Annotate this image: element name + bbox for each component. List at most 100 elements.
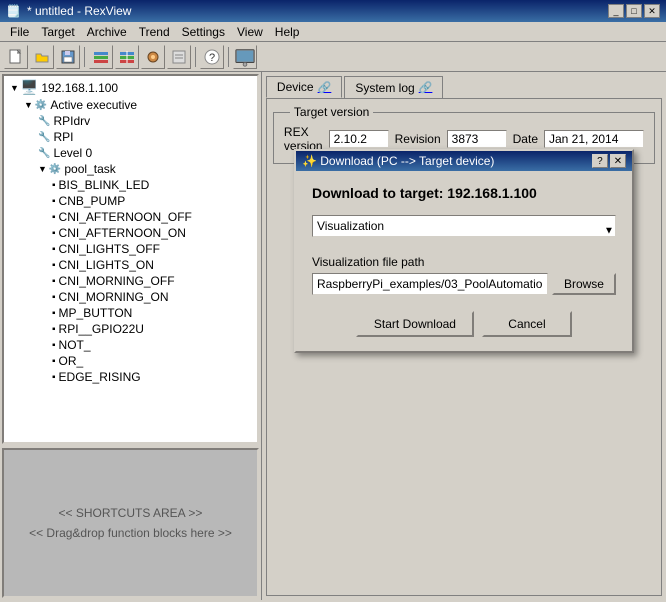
toolbar-btn-6[interactable] [141, 45, 165, 69]
left-panel: ▼ 🖥️ 192.168.1.100 ▼ ⚙️ Active executive… [0, 72, 262, 600]
tree-bis-blink[interactable]: ▪ BIS_BLINK_LED [6, 177, 255, 193]
window-title: * untitled - RexView [27, 4, 132, 18]
menu-view[interactable]: View [231, 24, 269, 40]
tree-level0[interactable]: 🔧 Level 0 [6, 145, 255, 161]
tree-cni-morning-on[interactable]: ▪ CNI_MORNING_ON [6, 289, 255, 305]
device-link-icon[interactable]: 🔗 [318, 81, 332, 94]
title-bar-controls: _ □ ✕ [608, 4, 660, 18]
tree-or[interactable]: ▪ OR_ [6, 353, 255, 369]
toolbar: ? [0, 42, 666, 72]
menu-target[interactable]: Target [35, 24, 80, 40]
cni-lights-on-icon: ▪ [52, 260, 56, 271]
tree-mp-button[interactable]: ▪ MP_BUTTON [6, 305, 255, 321]
mp-icon: ▪ [52, 308, 56, 319]
save-button[interactable] [56, 45, 80, 69]
tree-cni-afternoon-on[interactable]: ▪ CNI_AFTERNOON_ON [6, 225, 255, 241]
file-path-input[interactable] [312, 273, 548, 295]
dialog-title-bar: ✨ Download (PC --> Target device) ? ✕ [296, 151, 632, 171]
tree-rpidrv[interactable]: 🔧 RPIdrv [6, 113, 255, 129]
device-button[interactable] [233, 45, 257, 69]
edge-icon: ▪ [52, 372, 56, 383]
menu-settings[interactable]: Settings [176, 24, 231, 40]
dialog-title-icons: ? ✕ [592, 154, 626, 168]
tree-rpi-gpio[interactable]: ▪ RPI__GPIO22U [6, 321, 255, 337]
tree-cni-lights-on[interactable]: ▪ CNI_LIGHTS_ON [6, 257, 255, 273]
tree-edge-rising[interactable]: ▪ EDGE_RISING [6, 369, 255, 385]
tree-cnb-pump[interactable]: ▪ CNB_PUMP [6, 193, 255, 209]
expand-root[interactable]: ▼ [10, 83, 19, 93]
mp-label: MP_BUTTON [59, 306, 133, 320]
rpidrv-icon: 🔧 [38, 116, 50, 127]
tree-pool-task[interactable]: ▼ ⚙️ pool_task [6, 161, 255, 177]
visualization-dropdown[interactable]: Visualization [312, 215, 616, 237]
dialog-help-button[interactable]: ? [592, 154, 608, 168]
active-label: Active executive [50, 98, 137, 112]
dialog-content: Download to target: 192.168.1.100 Visual… [296, 171, 632, 351]
computer-icon: 🖥️ [21, 79, 38, 96]
close-button[interactable]: ✕ [644, 4, 660, 18]
rpi-label: RPI [53, 130, 73, 144]
expand-active[interactable]: ▼ [24, 100, 33, 110]
browse-button[interactable]: Browse [552, 273, 616, 295]
pool-icon: ⚙️ [49, 164, 61, 175]
rpi-icon: 🔧 [38, 132, 50, 143]
device-panel: Target version REX version Revision Date… [266, 98, 662, 596]
tab-device-label: Device [277, 80, 314, 94]
menu-help[interactable]: Help [269, 24, 306, 40]
start-download-button[interactable]: Start Download [356, 311, 474, 337]
tab-device[interactable]: Device 🔗 [266, 76, 342, 98]
dialog-title: ✨ Download (PC --> Target device) [302, 154, 494, 168]
tab-syslog[interactable]: System log 🔗 [344, 76, 443, 98]
active-icon: ⚙️ [35, 100, 47, 111]
tree-root[interactable]: ▼ 🖥️ 192.168.1.100 [6, 78, 255, 97]
toolbar-btn-7[interactable] [167, 45, 191, 69]
minimize-button[interactable]: _ [608, 4, 624, 18]
tree-rpi[interactable]: 🔧 RPI [6, 129, 255, 145]
tab-syslog-label: System log [355, 81, 414, 95]
tree-cni-lights-off[interactable]: ▪ CNI_LIGHTS_OFF [6, 241, 255, 257]
separator-1 [84, 47, 85, 67]
cni-morn-on-label: CNI_MORNING_ON [59, 290, 169, 304]
help-button[interactable]: ? [200, 45, 224, 69]
file-path-label: Visualization file path [312, 255, 616, 269]
menu-file[interactable]: File [4, 24, 35, 40]
cancel-button[interactable]: Cancel [482, 311, 572, 337]
cni-aft-off-label: CNI_AFTERNOON_OFF [59, 210, 192, 224]
separator-2 [195, 47, 196, 67]
or-label: OR_ [59, 354, 84, 368]
syslog-link-icon[interactable]: 🔗 [419, 81, 433, 94]
cnb-icon: ▪ [52, 196, 56, 207]
gpio-icon: ▪ [52, 324, 56, 335]
cnb-label: CNB_PUMP [59, 194, 126, 208]
title-bar: 🗒️ * untitled - RexView _ □ ✕ [0, 0, 666, 22]
dialog-close-button[interactable]: ✕ [610, 154, 626, 168]
root-label: 192.168.1.100 [41, 81, 118, 95]
separator-3 [228, 47, 229, 67]
open-button[interactable] [30, 45, 54, 69]
menu-bar: File Target Archive Trend Settings View … [0, 22, 666, 42]
toolbar-btn-4[interactable] [89, 45, 113, 69]
file-path-row: Browse [312, 273, 616, 295]
menu-trend[interactable]: Trend [133, 24, 176, 40]
shortcuts-area: << SHORTCUTS AREA >> << Drag&drop functi… [2, 448, 259, 598]
toolbar-btn-5[interactable] [115, 45, 139, 69]
menu-archive[interactable]: Archive [81, 24, 133, 40]
tree-not[interactable]: ▪ NOT_ [6, 337, 255, 353]
maximize-button[interactable]: □ [626, 4, 642, 18]
cni-lights-on-label: CNI_LIGHTS_ON [59, 258, 154, 272]
expand-pool[interactable]: ▼ [38, 164, 47, 174]
cni-aft-on-label: CNI_AFTERNOON_ON [59, 226, 186, 240]
dialog-buttons: Start Download Cancel [312, 311, 616, 337]
or-icon: ▪ [52, 356, 56, 367]
new-button[interactable] [4, 45, 28, 69]
right-panel: Device 🔗 System log 🔗 Target version REX… [262, 72, 666, 600]
tree-area[interactable]: ▼ 🖥️ 192.168.1.100 ▼ ⚙️ Active executive… [2, 74, 259, 444]
dialog-overlay: ✨ Download (PC --> Target device) ? ✕ Do… [267, 139, 661, 595]
cni-lights-off-label: CNI_LIGHTS_OFF [59, 242, 160, 256]
tree-active-executive[interactable]: ▼ ⚙️ Active executive [6, 97, 255, 113]
main-area: ▼ 🖥️ 192.168.1.100 ▼ ⚙️ Active executive… [0, 72, 666, 600]
rpidrv-label: RPIdrv [53, 114, 90, 128]
cni-morn-off-label: CNI_MORNING_OFF [59, 274, 175, 288]
tree-cni-morning-off[interactable]: ▪ CNI_MORNING_OFF [6, 273, 255, 289]
tree-cni-afternoon-off[interactable]: ▪ CNI_AFTERNOON_OFF [6, 209, 255, 225]
